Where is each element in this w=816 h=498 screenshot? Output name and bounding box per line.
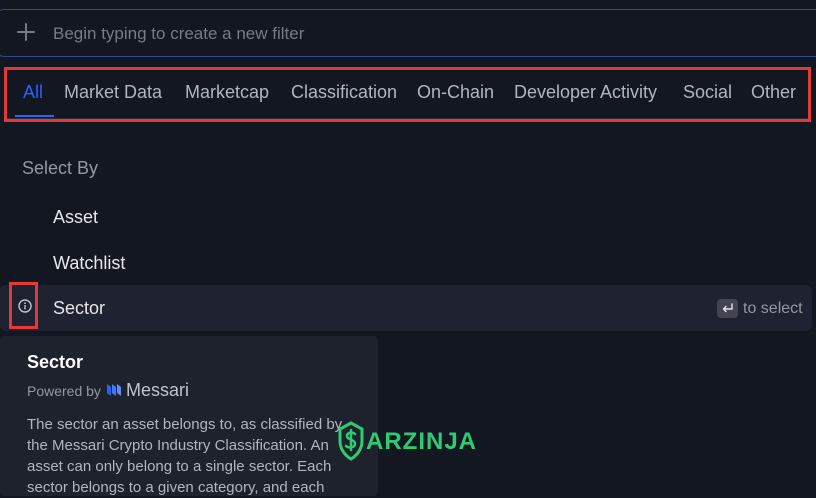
tooltip-description: The sector an asset belongs to, as class… (27, 416, 343, 496)
plus-icon (17, 23, 35, 41)
filter-search-bar[interactable] (0, 9, 816, 57)
messari-brand: Messari (126, 380, 190, 400)
info-highlight (9, 282, 38, 329)
select-hint: to select (743, 300, 803, 317)
enter-icon (722, 303, 733, 313)
tab-developer-activity[interactable]: Developer Activity (514, 82, 657, 103)
tab-classification[interactable]: Classification (291, 82, 397, 103)
tab-market-data[interactable]: Market Data (64, 82, 162, 103)
select-by-heading: Select By (22, 158, 99, 178)
messari-logo-icon (107, 384, 121, 396)
filter-search-input[interactable] (51, 18, 755, 50)
watermark-text: ARZINJA (366, 428, 478, 455)
enter-key-badge (717, 299, 738, 318)
tab-all[interactable]: All (23, 82, 43, 103)
info-icon[interactable] (18, 299, 32, 313)
powered-by-label: Powered by (27, 383, 101, 399)
option-sector: Sector (53, 298, 106, 318)
tab-marketcap[interactable]: Marketcap (185, 82, 269, 103)
tab-social[interactable]: Social (683, 82, 732, 103)
option-sector-row[interactable]: Sector to select (0, 282, 812, 331)
sector-info-tooltip: Sector Powered by Messari The sector an … (0, 336, 378, 496)
tooltip-title: Sector (27, 352, 84, 372)
tab-other[interactable]: Other (751, 82, 796, 103)
option-watchlist[interactable]: Watchlist (53, 253, 125, 274)
tab-on-chain[interactable]: On-Chain (417, 82, 494, 103)
option-asset[interactable]: Asset (53, 207, 98, 228)
active-tab-indicator (15, 115, 54, 117)
dollar-shield-icon (338, 421, 364, 461)
filter-category-tabs: All Market Data Marketcap Classification… (4, 67, 811, 122)
